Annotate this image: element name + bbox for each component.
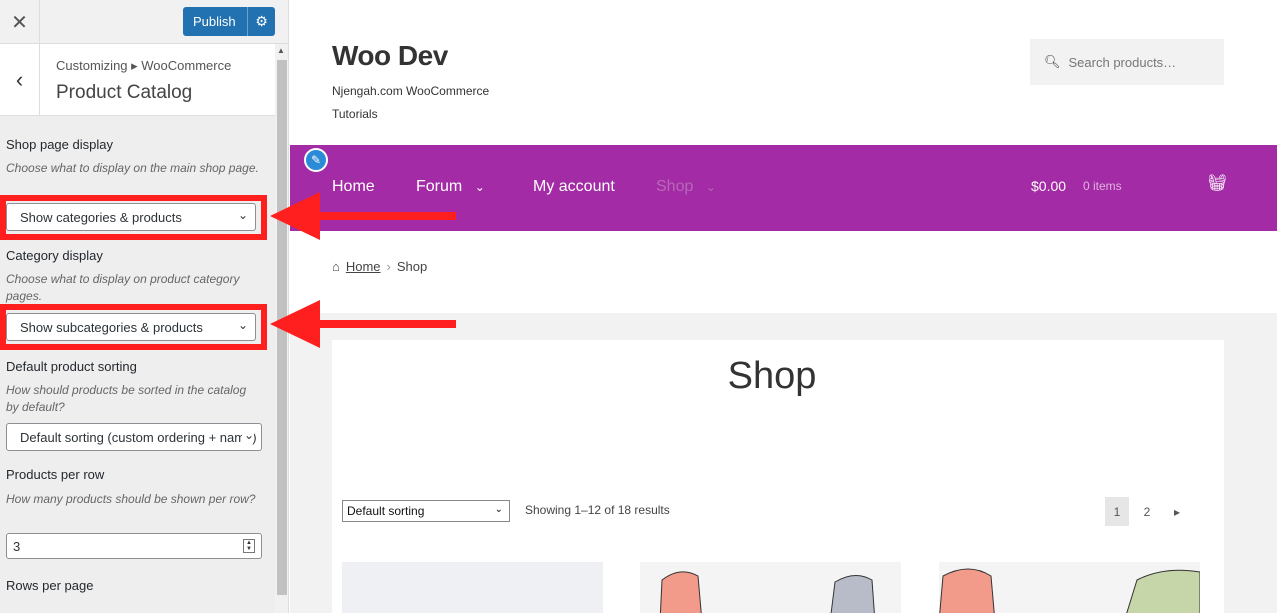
customizer-sidebar: ✕ Publish ⚙ ‹ Customizing ▸ WooCommerce …	[0, 0, 289, 613]
products-per-row-label: Products per row	[6, 467, 105, 482]
product-illustration	[659, 571, 875, 613]
nav-item-shop[interactable]: Shop ⌄	[656, 178, 716, 196]
default-sorting-label: Default product sorting	[6, 359, 137, 374]
chevron-down-icon: ⌄	[474, 180, 485, 194]
pencil-icon[interactable]: ✎	[304, 148, 328, 172]
product-image[interactable]	[342, 562, 603, 613]
product-image[interactable]	[640, 562, 901, 613]
search-placeholder: Search products…	[1068, 54, 1177, 70]
site-title[interactable]: Woo Dev	[332, 40, 448, 72]
page-2[interactable]: 2	[1135, 497, 1159, 526]
section-header: ‹ Customizing ▸ WooCommerce Product Cata…	[0, 44, 275, 116]
customizer-header: ✕ Publish ⚙	[0, 0, 288, 44]
chevron-down-icon: ⌄	[235, 208, 248, 222]
product-image[interactable]	[939, 562, 1200, 613]
home-icon: ⌂	[332, 259, 340, 274]
shop-content: Shop Default sorting ⌄ Showing 1–12 of 1…	[332, 340, 1224, 613]
chevron-down-icon: ⌄	[235, 318, 248, 332]
shop-display-label: Shop page display	[6, 137, 113, 152]
result-count: Showing 1–12 of 18 results	[525, 503, 670, 517]
back-arrow-icon[interactable]: ‹	[0, 44, 40, 116]
products-per-row-input[interactable]: 3 ▲ ▼	[6, 533, 262, 559]
page-title: Shop	[727, 355, 817, 397]
customizer-breadcrumb: Customizing ▸ WooCommerce	[56, 58, 232, 73]
category-display-select[interactable]: Show subcategories & products ⌄	[6, 313, 256, 341]
catalog-ordering-value: Default sorting	[347, 504, 425, 518]
pagination: 1 2 ▸	[1105, 497, 1195, 526]
chevron-down-icon: ⌄	[241, 428, 254, 442]
search-input[interactable]: 🔍︎ Search products…	[1030, 39, 1224, 85]
default-sorting-description: How should products be sorted in the cat…	[6, 383, 247, 414]
products-per-row-description: How many products should be shown per ro…	[6, 492, 256, 506]
next-page-icon[interactable]: ▸	[1165, 497, 1189, 526]
breadcrumb-current: Shop	[396, 259, 428, 274]
search-icon: 🔍︎	[1044, 54, 1061, 69]
scroll-up-icon[interactable]: ▲	[277, 46, 285, 55]
annotation-arrow	[270, 192, 456, 240]
catalog-ordering-select[interactable]: Default sorting ⌄	[342, 500, 510, 522]
cart-amount[interactable]: $0.00	[1031, 178, 1066, 194]
default-sorting-value: Default sorting (custom ordering + name)	[20, 429, 257, 445]
breadcrumb: ⌂ Home › Shop	[332, 259, 427, 274]
category-display-label: Category display	[6, 248, 103, 263]
site-tagline: Njengah.com WooCommerce Tutorials	[332, 84, 490, 121]
shop-display-description: Choose what to display on the main shop …	[6, 161, 259, 175]
breadcrumb-home-link[interactable]: Home	[346, 259, 381, 274]
breadcrumb-separator: ›	[386, 259, 391, 274]
rows-per-page-label: Rows per page	[6, 578, 94, 593]
basket-icon[interactable]: 🧺︎	[1207, 173, 1227, 193]
shop-display-value: Show categories & products	[20, 209, 182, 225]
cart-count[interactable]: 0 items	[1083, 179, 1122, 193]
nav-item-shop-label: Shop	[656, 178, 694, 195]
shop-display-select[interactable]: Show categories & products ⌄	[6, 203, 256, 231]
publish-button[interactable]: Publish ⚙	[183, 7, 275, 36]
default-sorting-select[interactable]: Default sorting (custom ordering + name)…	[6, 423, 262, 451]
gear-icon[interactable]: ⚙	[247, 7, 275, 36]
product-illustration	[939, 568, 1200, 613]
section-title: Product Catalog	[56, 82, 193, 103]
chevron-down-icon: ⌄	[705, 180, 716, 194]
category-display-description: Choose what to display on product catego…	[6, 272, 240, 303]
annotation-arrow	[270, 300, 456, 348]
close-icon[interactable]: ✕	[0, 0, 40, 44]
page-1[interactable]: 1	[1105, 497, 1129, 526]
number-spinner[interactable]: ▲ ▼	[243, 539, 255, 553]
category-display-value: Show subcategories & products	[20, 319, 203, 335]
products-per-row-value: 3	[13, 538, 21, 554]
chevron-down-icon: ⌄	[494, 504, 503, 515]
nav-item-my-account[interactable]: My account	[533, 178, 615, 196]
publish-label: Publish	[193, 14, 236, 29]
